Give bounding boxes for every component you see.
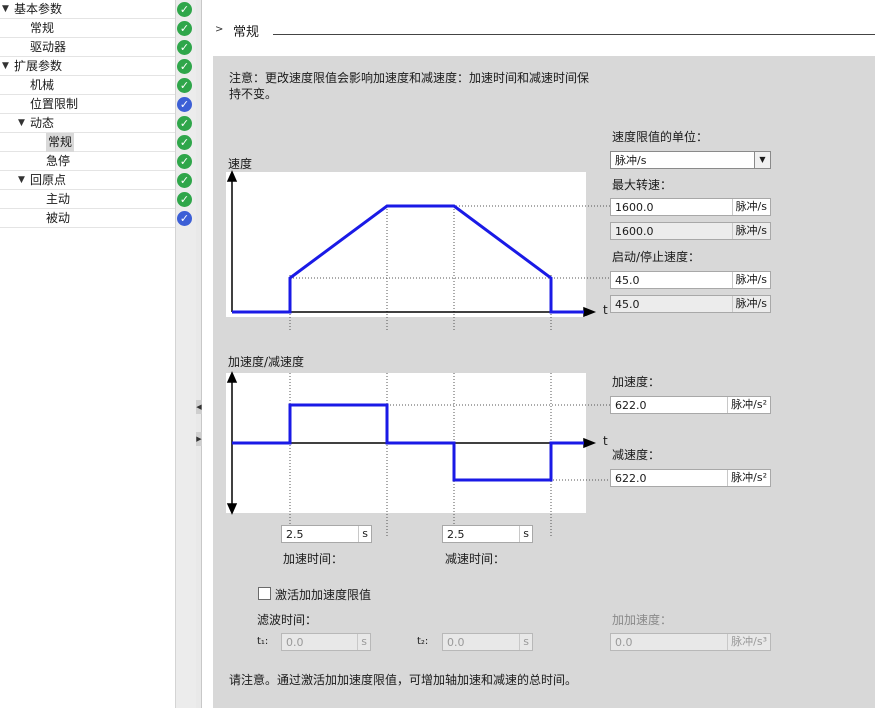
- accel-chart-title: 加速度/减速度: [228, 355, 305, 369]
- status-ok-icon: ✓: [177, 173, 192, 188]
- tree-item-label: 主动: [46, 192, 71, 206]
- start-stop-speed-input[interactable]: 45.0 脉冲/s: [610, 271, 771, 289]
- deceleration-input[interactable]: 622.0 脉冲/s²: [610, 469, 771, 487]
- y-axis-down-arrow: [226, 503, 238, 515]
- deceleration-label: 减速度：: [612, 448, 661, 462]
- speed-profile-line: [232, 204, 584, 314]
- chevron-down-icon[interactable]: ▼: [754, 152, 770, 168]
- section-header: > 常规: [203, 0, 875, 52]
- speed-t-label: t: [603, 303, 608, 317]
- status-ok-icon: ✓: [177, 192, 192, 207]
- expand-arrow-icon[interactable]: ▼: [2, 0, 9, 19]
- tree-item[interactable]: 急停: [0, 152, 175, 171]
- t1-label: t₁:: [257, 636, 269, 647]
- tree-item[interactable]: ▼ 回原点: [0, 171, 175, 190]
- speed-unit-select[interactable]: 脉冲/s ▼: [610, 151, 771, 169]
- start-stop-speed-readonly: 45.0 脉冲/s: [610, 295, 771, 313]
- tree-item-label: 驱动器: [30, 40, 67, 54]
- tree-item[interactable]: ▼ 基本参数: [0, 0, 175, 19]
- tree-item-label: 急停: [46, 154, 71, 168]
- tree-item[interactable]: ▼ 动态: [0, 114, 175, 133]
- tree-item-label: 机械: [30, 78, 55, 92]
- speed-limit-note: 注意：更改速度限值会影响加速度和减速度：加速时间和减速时间保持不变。: [229, 71, 590, 101]
- acceleration-label: 加速度：: [612, 375, 661, 389]
- header-divider: [273, 34, 875, 35]
- tree-item[interactable]: 被动: [0, 209, 175, 228]
- panel-splitter[interactable]: ◀ ▶: [196, 0, 202, 708]
- tree-item[interactable]: 驱动器: [0, 38, 175, 57]
- jerk-label: 加加速度：: [612, 613, 673, 627]
- acceleration-input[interactable]: 622.0 脉冲/s²: [610, 396, 771, 414]
- expand-arrow-icon[interactable]: ▼: [2, 57, 9, 76]
- t1-input[interactable]: 0.0 s: [281, 633, 371, 651]
- status-ok-icon: ✓: [177, 40, 192, 55]
- tree-item-label: 基本参数: [14, 2, 63, 16]
- status-ok-icon: ✓: [177, 59, 192, 74]
- tree-item[interactable]: 机械: [0, 76, 175, 95]
- max-speed-input[interactable]: 1600.0 脉冲/s: [610, 198, 771, 216]
- tree-item-label: 扩展参数: [14, 59, 63, 73]
- jerk-limit-checkbox-label: 激活加加速度限值: [275, 588, 372, 602]
- tree-item-label: 回原点: [30, 173, 67, 187]
- start-stop-speed-label: 启动/停止速度：: [612, 250, 701, 264]
- accel-time-input[interactable]: 2.5 s: [281, 525, 372, 543]
- x-axis-arrow: [583, 306, 597, 318]
- status-ok-icon: ✓: [177, 21, 192, 36]
- tree-item-label: 常规: [46, 133, 75, 152]
- jerk-limit-checkbox[interactable]: [258, 587, 271, 600]
- status-info-icon: ✓: [177, 211, 192, 226]
- expand-arrow-icon[interactable]: ▼: [18, 171, 25, 190]
- section-title: 常规: [233, 25, 260, 40]
- tree-item[interactable]: ▼ 扩展参数: [0, 57, 175, 76]
- tree-item-label: 位置限制: [30, 97, 79, 111]
- max-speed-readonly: 1600.0 脉冲/s: [610, 222, 771, 240]
- accel-t-label: t: [603, 434, 608, 448]
- status-ok-icon: ✓: [177, 135, 192, 150]
- y-axis-arrow: [226, 170, 238, 182]
- max-speed-label: 最大转速：: [612, 178, 673, 192]
- tree-item-label: 动态: [30, 116, 55, 130]
- tree-item-label: 常规: [30, 21, 55, 35]
- jerk-input[interactable]: 0.0 脉冲/s³: [610, 633, 771, 651]
- t2-label: t₂:: [417, 636, 429, 647]
- filter-time-label: 滤波时间：: [257, 613, 318, 627]
- tree-item[interactable]: 位置限制: [0, 95, 175, 114]
- tree-item[interactable]: 常规: [0, 133, 175, 152]
- collapse-left-icon[interactable]: ◀: [196, 400, 202, 414]
- tree-item[interactable]: 主动: [0, 190, 175, 209]
- accel-time-label: 加速时间：: [283, 552, 344, 566]
- accel-profile-chart: t: [226, 371, 623, 538]
- decel-time-label: 减速时间：: [445, 552, 506, 566]
- speed-chart-title: 速度: [228, 157, 253, 171]
- x-axis-arrow: [583, 437, 597, 449]
- speed-profile-chart: t: [226, 170, 623, 332]
- status-ok-icon: ✓: [177, 2, 192, 17]
- expand-right-icon[interactable]: ▶: [196, 432, 202, 446]
- y-axis-up-arrow: [226, 371, 238, 383]
- status-info-icon: ✓: [177, 97, 192, 112]
- dynamics-panel: 注意：更改速度限值会影响加速度和减速度：加速时间和减速时间保持不变。 速度 t …: [213, 56, 875, 708]
- t2-input[interactable]: 0.0 s: [442, 633, 533, 651]
- status-ok-icon: ✓: [177, 116, 192, 131]
- status-ok-icon: ✓: [177, 154, 192, 169]
- tree-item-label: 被动: [46, 211, 71, 225]
- decel-time-input[interactable]: 2.5 s: [442, 525, 533, 543]
- section-chevron-icon[interactable]: >: [215, 24, 223, 35]
- speed-unit-label: 速度限值的单位：: [612, 130, 709, 144]
- expand-arrow-icon[interactable]: ▼: [18, 114, 25, 133]
- navigation-tree: ▼ 基本参数 ✓ 常规 ✓ 驱动器 ✓ ▼ 扩展参数 ✓ 机械 ✓ 位置限制 ✓ ▼ 动态 ✓ 常规 ✓ 急停 ✓ ▼ 回原…: [0, 0, 196, 708]
- bottom-note: 请注意。通过激活加加速度限值，可增加轴加速和减速的总时间。: [229, 673, 578, 687]
- status-ok-icon: ✓: [177, 78, 192, 93]
- tree-item[interactable]: 常规: [0, 19, 175, 38]
